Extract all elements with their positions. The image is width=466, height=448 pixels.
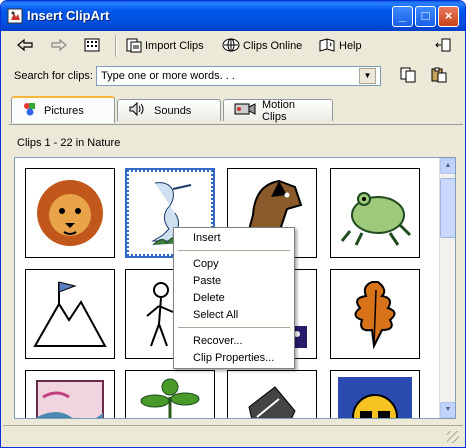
back-arrow-icon bbox=[16, 38, 34, 55]
title-bar[interactable]: Insert ClipArt _ □ × bbox=[1, 1, 465, 31]
search-label: Search for clips: bbox=[14, 70, 93, 82]
view-all-categories-button[interactable] bbox=[81, 34, 103, 58]
help-label: Help bbox=[339, 40, 362, 52]
search-dropdown-button[interactable]: ▼ bbox=[359, 68, 376, 84]
tab-pictures-label: Pictures bbox=[44, 104, 84, 117]
clipart-app-icon bbox=[7, 8, 23, 24]
menu-item-select-all[interactable]: Select All bbox=[175, 307, 293, 324]
back-button[interactable] bbox=[13, 34, 37, 58]
scroll-up-button[interactable]: ▲ bbox=[440, 158, 455, 174]
tab-motion-clips[interactable]: Motion Clips bbox=[223, 98, 333, 123]
copy-clip-button[interactable] bbox=[397, 64, 419, 88]
import-clips-icon bbox=[126, 37, 142, 56]
import-clips-button[interactable]: Import Clips bbox=[123, 34, 207, 58]
menu-item-recover[interactable]: Recover... bbox=[175, 333, 293, 350]
oak-leaves-clipart bbox=[338, 276, 412, 353]
minimize-button[interactable]: _ bbox=[392, 6, 413, 27]
scroll-down-button[interactable]: ▼ bbox=[440, 402, 455, 418]
clip-thumbnail[interactable] bbox=[330, 269, 420, 359]
menu-item-delete[interactable]: Delete bbox=[175, 290, 293, 307]
tab-motion-clips-label: Motion Clips bbox=[262, 98, 296, 123]
forward-button[interactable] bbox=[47, 34, 71, 58]
menu-item-copy[interactable]: Copy bbox=[175, 256, 293, 273]
scroll-thumb[interactable] bbox=[440, 178, 455, 238]
menu-separator bbox=[178, 327, 290, 328]
sun-clipart bbox=[338, 376, 412, 418]
chevron-down-icon: ▼ bbox=[363, 71, 372, 80]
status-bar bbox=[3, 425, 463, 445]
clip-thumbnail[interactable] bbox=[227, 370, 317, 418]
vertical-scrollbar[interactable]: ▲ ▼ bbox=[439, 158, 455, 418]
change-window-size-button[interactable] bbox=[431, 34, 455, 58]
paste-clip-button[interactable] bbox=[428, 64, 450, 88]
lion-clipart bbox=[33, 175, 107, 252]
tab-sounds-label: Sounds bbox=[154, 104, 192, 117]
forward-arrow-icon bbox=[50, 38, 68, 55]
help-book-icon bbox=[318, 37, 336, 56]
insert-clipart-window: Insert ClipArt _ □ × Import Clips Clips … bbox=[0, 0, 466, 448]
menu-item-clip-properties[interactable]: Clip Properties... bbox=[175, 350, 293, 367]
close-button[interactable]: × bbox=[438, 6, 459, 27]
maximize-button[interactable]: □ bbox=[415, 6, 436, 27]
window-title: Insert ClipArt bbox=[27, 8, 110, 23]
help-button[interactable]: Help bbox=[315, 34, 365, 58]
context-menu: Insert Copy Paste Delete Select All Reco… bbox=[173, 227, 295, 369]
landscape-clipart bbox=[33, 377, 107, 418]
clips-online-button[interactable]: Clips Online bbox=[219, 34, 305, 58]
motion-clips-icon bbox=[234, 102, 256, 119]
window-size-icon bbox=[434, 37, 452, 56]
tab-bar: Pictures Sounds Motion Clips bbox=[11, 96, 461, 124]
clip-thumbnail[interactable] bbox=[25, 370, 115, 418]
clips-online-label: Clips Online bbox=[243, 40, 303, 52]
toolbar-separator bbox=[115, 35, 117, 57]
clip-thumbnail[interactable] bbox=[125, 370, 215, 418]
clips-count-label: Clips 1 - 22 in Nature bbox=[17, 137, 121, 149]
sounds-icon bbox=[128, 101, 148, 120]
pictures-icon bbox=[22, 101, 38, 120]
tab-sounds[interactable]: Sounds bbox=[117, 99, 221, 121]
search-input[interactable]: Type one or more words. . . bbox=[96, 66, 381, 86]
clip-thumbnail[interactable] bbox=[330, 168, 420, 258]
rocks-clipart bbox=[235, 377, 309, 418]
clip-thumbnail[interactable] bbox=[25, 168, 115, 258]
search-row: Search for clips: Type one or more words… bbox=[5, 63, 461, 89]
tab-pictures[interactable]: Pictures bbox=[11, 96, 115, 123]
menu-item-paste[interactable]: Paste bbox=[175, 273, 293, 290]
menu-separator bbox=[178, 250, 290, 251]
import-clips-label: Import Clips bbox=[145, 40, 204, 52]
tab-divider bbox=[9, 124, 463, 125]
frog-clipart bbox=[338, 175, 412, 252]
resize-grip[interactable] bbox=[447, 431, 459, 443]
plant-clipart bbox=[133, 377, 207, 418]
paste-icon bbox=[431, 67, 447, 86]
copy-icon bbox=[400, 67, 416, 86]
clip-thumbnail[interactable] bbox=[25, 269, 115, 359]
clips-online-icon bbox=[222, 37, 240, 56]
grid-view-icon bbox=[84, 38, 100, 55]
menu-item-insert[interactable]: Insert bbox=[175, 230, 293, 247]
mountain-flag-clipart bbox=[33, 276, 107, 353]
clip-thumbnail[interactable] bbox=[330, 370, 420, 418]
toolbar: Import Clips Clips Online Help bbox=[5, 32, 461, 60]
